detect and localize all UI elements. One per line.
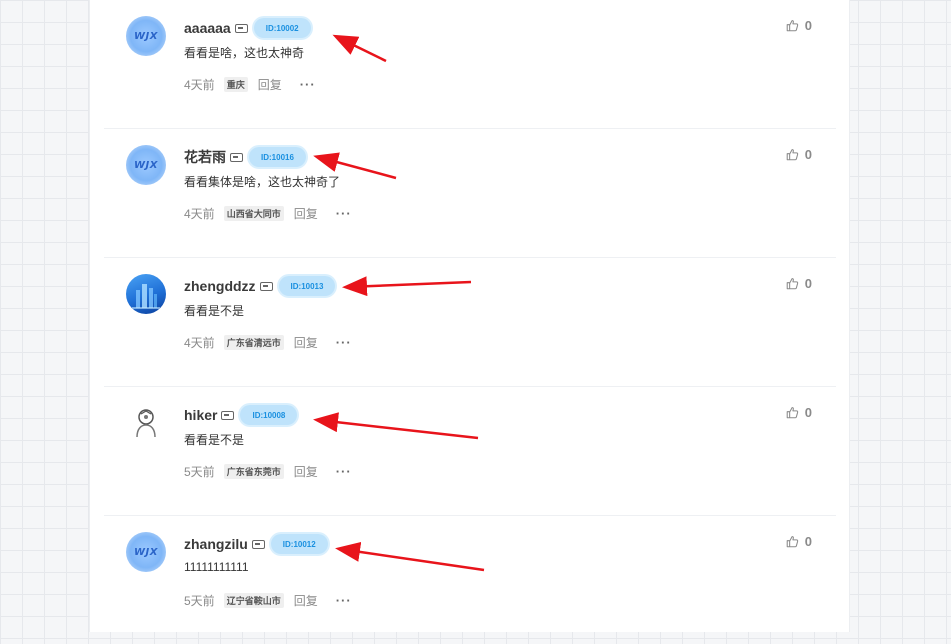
- more-dots-icon[interactable]: ···: [336, 464, 352, 479]
- id-badge: ID:10013: [278, 276, 336, 296]
- avatar[interactable]: WJX: [126, 145, 166, 185]
- comment-item: hiker ID:10008 看看是不是 5天前 广东省东莞市 回复 ··· 0: [104, 387, 836, 516]
- level-badge-icon: [251, 539, 265, 549]
- more-dots-icon[interactable]: ···: [300, 77, 316, 92]
- like-count: 0: [804, 276, 812, 291]
- level-badge-icon: [221, 410, 235, 420]
- thumbs-up-icon: [786, 536, 798, 548]
- comment-item: WJX zhangzilu ID:10012 11111111111 5天前 辽…: [104, 516, 836, 644]
- reply-button[interactable]: 回复: [294, 205, 318, 222]
- more-dots-icon[interactable]: ···: [336, 593, 352, 608]
- location-tag: 重庆: [223, 77, 248, 92]
- id-badge: ID:10002: [253, 18, 311, 38]
- location-tag: 辽宁省鞍山市: [223, 593, 284, 608]
- comment-text: 看看是啥，这也太神奇: [184, 46, 305, 60]
- like-count: 0: [804, 147, 812, 162]
- comment-list-panel: WJX aaaaaa ID:10002 看看是啥，这也太神奇 4天前 重庆 回复…: [89, 0, 850, 632]
- like-button[interactable]: 0: [786, 534, 812, 549]
- id-badge: ID:10012: [270, 534, 328, 554]
- comment-item: WJX 花若雨 ID:10016 看看集体是啥，这也太神奇了 4天前 山西省大同…: [104, 129, 836, 258]
- location-tag: 广东省东莞市: [223, 464, 284, 479]
- avatar[interactable]: WJX: [126, 16, 166, 56]
- comment-time: 4天前: [184, 336, 215, 350]
- avatar-text: WJX: [134, 546, 158, 558]
- comment-text: 11111111111: [184, 560, 249, 574]
- comment-time: 4天前: [184, 207, 215, 221]
- comment-item: WJX aaaaaa ID:10002 看看是啥，这也太神奇 4天前 重庆 回复…: [104, 0, 836, 129]
- reply-button[interactable]: 回复: [294, 463, 318, 480]
- thumbs-up-icon: [786, 20, 798, 32]
- comment-time: 5天前: [184, 465, 215, 479]
- location-tag: 广东省清远市: [223, 335, 284, 350]
- like-count: 0: [804, 18, 812, 33]
- comment-text: 看看集体是啥，这也太神奇了: [184, 175, 341, 189]
- level-badge-icon: [259, 281, 273, 291]
- like-count: 0: [804, 534, 812, 549]
- city-avatar-image: [132, 284, 160, 309]
- like-count: 0: [804, 405, 812, 420]
- comment-text: 看看是不是: [184, 304, 245, 318]
- like-button[interactable]: 0: [786, 405, 812, 420]
- avatar[interactable]: [126, 403, 166, 443]
- comment-time: 4天前: [184, 78, 215, 92]
- avatar[interactable]: [126, 274, 166, 314]
- username[interactable]: zhengddzz: [184, 278, 256, 294]
- avatar-text: WJX: [134, 30, 158, 42]
- comment-text: 看看是不是: [184, 433, 245, 447]
- username[interactable]: zhangzilu: [184, 536, 248, 552]
- reply-button[interactable]: 回复: [294, 592, 318, 609]
- comment-item: zhengddzz ID:10013 看看是不是 4天前 广东省清远市 回复 ·…: [104, 258, 836, 387]
- thumbs-up-icon: [786, 278, 798, 290]
- username[interactable]: aaaaaa: [184, 20, 231, 36]
- level-badge-icon: [234, 23, 248, 33]
- like-button[interactable]: 0: [786, 147, 812, 162]
- more-dots-icon[interactable]: ···: [336, 206, 352, 221]
- more-dots-icon[interactable]: ···: [336, 335, 352, 350]
- username[interactable]: hiker: [184, 407, 217, 423]
- location-tag: 山西省大同市: [223, 206, 284, 221]
- like-button[interactable]: 0: [786, 18, 812, 33]
- avatar[interactable]: WJX: [126, 532, 166, 572]
- thumbs-up-icon: [786, 149, 798, 161]
- level-badge-icon: [230, 152, 243, 162]
- id-badge: ID:10016: [249, 147, 306, 167]
- comment-time: 5天前: [184, 594, 215, 608]
- avatar-text: WJX: [134, 159, 158, 171]
- username[interactable]: 花若雨: [184, 147, 226, 167]
- id-badge: ID:10008: [240, 405, 298, 425]
- hiker-avatar-image: [136, 409, 156, 438]
- thumbs-up-icon: [786, 407, 798, 419]
- reply-button[interactable]: 回复: [294, 334, 318, 351]
- reply-button[interactable]: 回复: [258, 76, 282, 93]
- like-button[interactable]: 0: [786, 276, 812, 291]
